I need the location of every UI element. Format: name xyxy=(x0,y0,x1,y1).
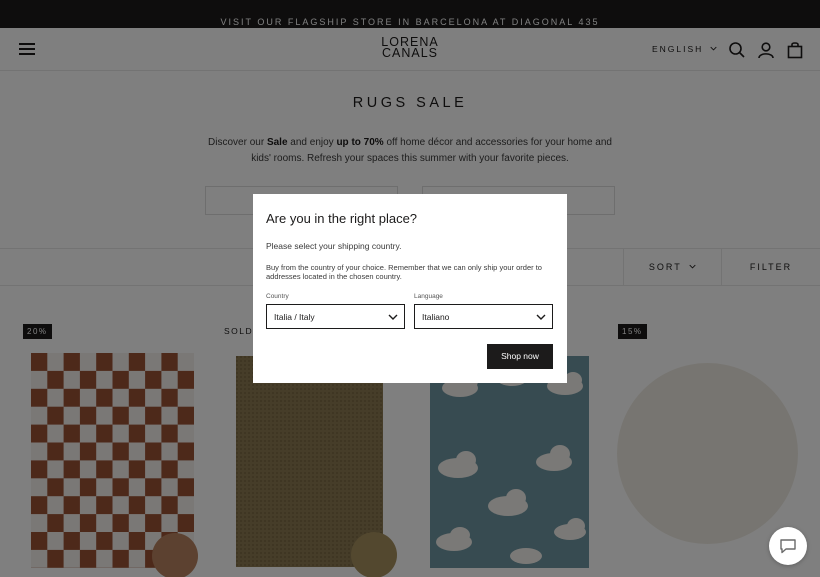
modal-info-text: Buy from the country of your choice. Rem… xyxy=(266,263,542,281)
country-label: Country xyxy=(266,293,289,300)
chevron-down-icon xyxy=(536,314,546,320)
chat-bubble-icon xyxy=(780,539,796,554)
chevron-down-icon xyxy=(388,314,398,320)
language-label: Language xyxy=(414,293,443,300)
language-select-value: Italiano xyxy=(422,312,450,322)
language-select[interactable]: Italiano xyxy=(414,304,553,329)
country-selector-modal: Are you in the right place? Please selec… xyxy=(253,194,567,383)
chat-button[interactable] xyxy=(769,527,807,565)
modal-title: Are you in the right place? xyxy=(266,211,418,226)
shop-now-button[interactable]: Shop now xyxy=(487,344,553,369)
country-select-value: Italia / Italy xyxy=(274,312,315,322)
country-select[interactable]: Italia / Italy xyxy=(266,304,405,329)
modal-subtitle: Please select your shipping country. xyxy=(266,241,402,251)
